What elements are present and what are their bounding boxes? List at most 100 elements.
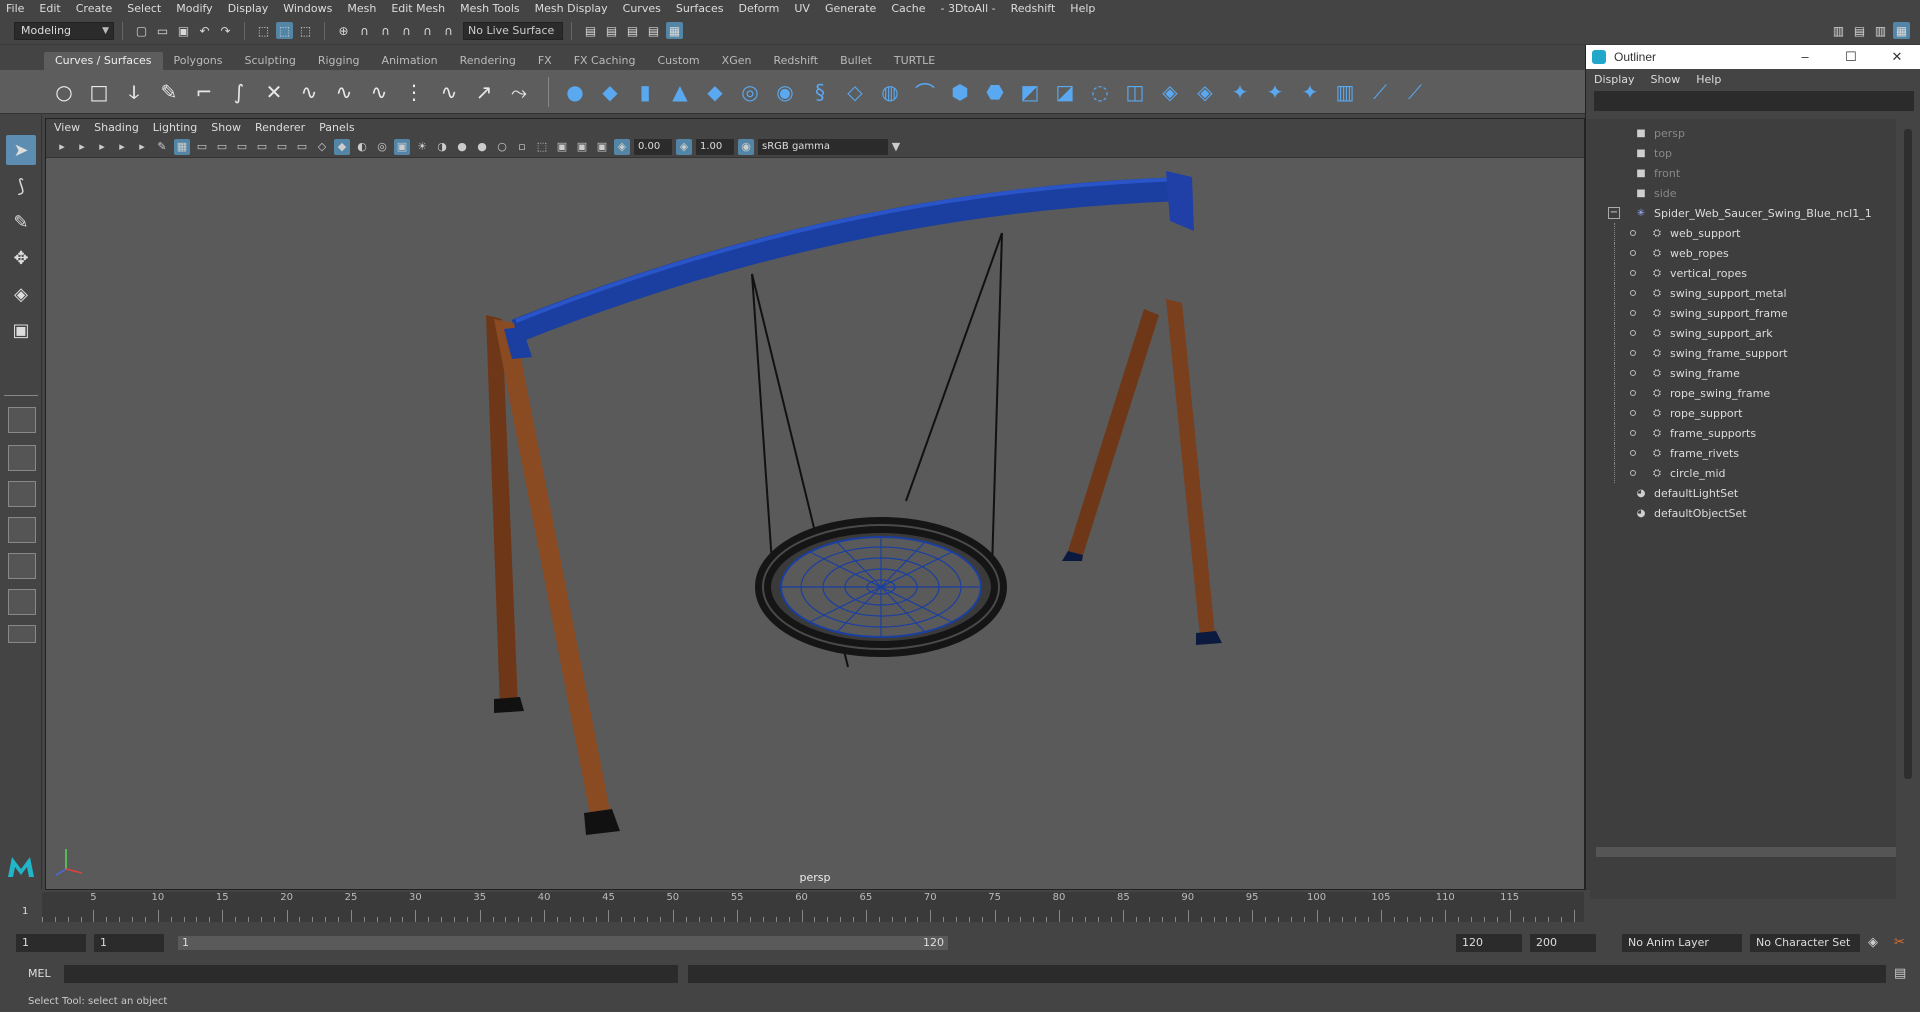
xray-icon[interactable]: ▣ xyxy=(554,139,570,155)
outliner-scrollbar[interactable] xyxy=(1902,119,1914,849)
menu-surfaces[interactable]: Surfaces xyxy=(676,2,724,15)
2d-pan-zoom-icon[interactable]: ▸ xyxy=(134,139,150,155)
outliner-item[interactable]: ⛭ swing_support_ark xyxy=(1586,323,1886,343)
film-gate-icon[interactable]: ▭ xyxy=(194,139,210,155)
square-surface-icon[interactable]: ⬣ xyxy=(979,76,1011,108)
workspace-icon[interactable]: ▥ xyxy=(1830,22,1847,39)
expand-dot-icon[interactable] xyxy=(1630,410,1636,416)
viewport-menu-panels[interactable]: Panels xyxy=(319,121,354,134)
menu-generate[interactable]: Generate xyxy=(825,2,876,15)
animation-start-field[interactable]: 1 xyxy=(16,934,86,952)
wireframe-icon[interactable]: ◇ xyxy=(314,139,330,155)
project-curve-icon[interactable]: ◫ xyxy=(1119,76,1151,108)
outliner-search-input[interactable] xyxy=(1594,91,1914,111)
time-slider-bar[interactable]: 5 10 15 20 25 30 35 40 45 50 55 60 65 70 75 80 85 90 95 100… xyxy=(42,892,1584,922)
open-close-icon[interactable]: ✦ xyxy=(1294,76,1326,108)
hypershade-icon[interactable]: ▤ xyxy=(645,22,662,39)
trim-icon[interactable]: ◈ xyxy=(1154,76,1186,108)
select-component-icon[interactable]: ⬚ xyxy=(297,22,314,39)
new-scene-icon[interactable]: ▢ xyxy=(133,22,150,39)
curve-rebuild-icon[interactable]: ⋮ xyxy=(398,76,430,108)
anim-prefs-icon[interactable]: ✂ xyxy=(1894,935,1905,950)
menu-edit-mesh[interactable]: Edit Mesh xyxy=(391,2,445,15)
wireframe-on-shaded-icon[interactable]: ◎ xyxy=(374,139,390,155)
insert-isoparm-icon[interactable]: ▥ xyxy=(1329,76,1361,108)
shelf-tab-curves-surfaces[interactable]: Curves / Surfaces xyxy=(44,52,163,70)
outliner-menu-show[interactable]: Show xyxy=(1651,73,1681,86)
live-surface-field[interactable]: No Live Surface xyxy=(463,21,563,40)
playback-start-field[interactable]: 1 xyxy=(94,934,164,952)
nurbs-sphere-icon[interactable]: ● xyxy=(559,76,591,108)
shelf-tab-custom[interactable]: Custom xyxy=(647,52,711,70)
perspective-viewport[interactable]: View Shading Lighting Show Renderer Panels ▸ … xyxy=(45,118,1585,890)
more-layouts-icon[interactable] xyxy=(8,625,36,643)
outliner-item[interactable]: − ✳ Spider_Web_Saucer_Swing_Blue_ncl1_1 xyxy=(1586,203,1886,223)
mode-selector[interactable]: Modeling ▼ xyxy=(14,21,114,40)
expand-dot-icon[interactable] xyxy=(1630,290,1636,296)
gamma-field[interactable]: 1.00 xyxy=(696,138,734,155)
use-default-material-icon[interactable]: ◐ xyxy=(354,139,370,155)
shelf-tab-rigging[interactable]: Rigging xyxy=(307,52,371,70)
outliner-layout-icon[interactable] xyxy=(8,589,36,615)
xray-components-icon[interactable]: ▣ xyxy=(594,139,610,155)
animation-end-field[interactable]: 200 xyxy=(1530,934,1596,952)
outliner-item[interactable]: ⛭ rope_swing_frame xyxy=(1586,383,1886,403)
color-management-icon[interactable]: ◉ xyxy=(738,138,754,155)
expand-dot-icon[interactable] xyxy=(1630,390,1636,396)
render-settings-icon[interactable]: ▤ xyxy=(624,22,641,39)
time-slider[interactable]: 1 5 10 15 20 25 30 35 40 45 50 55 60 65 70 75 80 85 90 95 1… xyxy=(0,890,1590,930)
expand-dot-icon[interactable] xyxy=(1630,310,1636,316)
menu-cache[interactable]: Cache xyxy=(891,2,925,15)
snap-live-icon[interactable]: ∩ xyxy=(440,22,457,39)
open-scene-icon[interactable]: ▭ xyxy=(154,22,171,39)
exposure-field[interactable]: 0.00 xyxy=(634,138,672,155)
outliner-menu-display[interactable]: Display xyxy=(1594,73,1635,86)
expand-dot-icon[interactable] xyxy=(1630,250,1636,256)
menu-3dtoall[interactable]: - 3DtoAll - xyxy=(941,2,996,15)
motion-blur-icon[interactable]: ● xyxy=(474,139,490,155)
expand-dot-icon[interactable] xyxy=(1630,470,1636,476)
snap-curve-icon[interactable]: ∩ xyxy=(356,22,373,39)
outliner-item[interactable]: ■ front xyxy=(1586,163,1886,183)
curve-edit-icon[interactable]: ∿ xyxy=(293,76,325,108)
pencil-curve-icon[interactable]: ∫ xyxy=(223,76,255,108)
menu-select[interactable]: Select xyxy=(127,2,161,15)
redo-icon[interactable]: ↷ xyxy=(217,22,234,39)
attribute-editor-icon[interactable]: ▤ xyxy=(1851,22,1868,39)
shelf-tab-fx[interactable]: FX xyxy=(527,52,563,70)
menu-uv[interactable]: UV xyxy=(794,2,810,15)
expand-dot-icon[interactable] xyxy=(1630,230,1636,236)
undo-icon[interactable]: ↶ xyxy=(196,22,213,39)
outliner-item[interactable]: ⛭ web_support xyxy=(1586,223,1886,243)
paint-select-icon[interactable]: ✎ xyxy=(6,207,36,237)
select-hierarchy-icon[interactable]: ⬚ xyxy=(255,22,272,39)
nurbs-plane-icon[interactable]: ◆ xyxy=(699,76,731,108)
outliner-item[interactable]: ⛭ rope_support xyxy=(1586,403,1886,423)
boundary-icon[interactable]: ⬢ xyxy=(944,76,976,108)
menu-edit[interactable]: Edit xyxy=(39,2,60,15)
shelf-tab-polygons[interactable]: Polygons xyxy=(163,52,234,70)
four-pane-layout-icon[interactable] xyxy=(8,445,36,471)
menu-create[interactable]: Create xyxy=(76,2,113,15)
render-view-icon[interactable]: ▦ xyxy=(666,22,683,39)
viewport-menu-lighting[interactable]: Lighting xyxy=(153,121,197,134)
outliner-item[interactable]: ⛭ swing_frame_support xyxy=(1586,343,1886,363)
outliner-menu-help[interactable]: Help xyxy=(1696,73,1721,86)
outliner-item[interactable]: ⛭ swing_frame xyxy=(1586,363,1886,383)
curve-detach-icon[interactable]: ∿ xyxy=(363,76,395,108)
collapse-icon[interactable]: − xyxy=(1608,207,1620,219)
outliner-item[interactable]: ⛭ circle_mid xyxy=(1586,463,1886,483)
outliner-hscrollbar[interactable] xyxy=(1596,847,1896,857)
outliner-item[interactable]: ◕ defaultLightSet xyxy=(1586,483,1886,503)
curve-attach-icon[interactable]: ∿ xyxy=(328,76,360,108)
outliner-item[interactable]: ◕ defaultObjectSet xyxy=(1586,503,1886,523)
extrude-icon[interactable]: ◍ xyxy=(874,76,906,108)
menu-deform[interactable]: Deform xyxy=(738,2,779,15)
grid-icon[interactable]: ▦ xyxy=(174,138,190,155)
isolate-select-icon[interactable]: ⬚ xyxy=(534,139,550,155)
stacked-layout-icon[interactable] xyxy=(8,517,36,543)
bevel-icon[interactable]: ◩ xyxy=(1014,76,1046,108)
outliner-item[interactable]: ⛭ web_ropes xyxy=(1586,243,1886,263)
screen-space-ao-icon[interactable]: ● xyxy=(454,139,470,155)
render-frame-icon[interactable]: ▤ xyxy=(582,22,599,39)
